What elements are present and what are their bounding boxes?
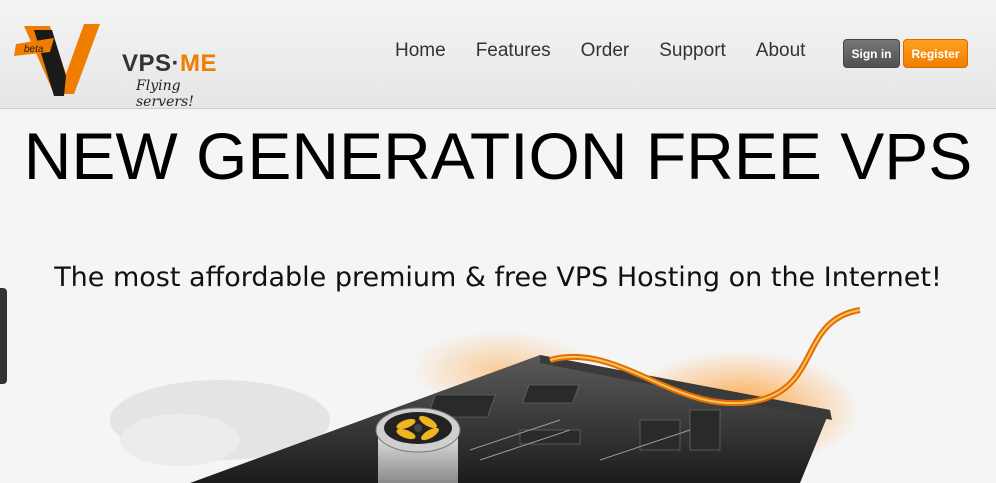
- nav-features[interactable]: Features: [476, 40, 551, 62]
- nav-about[interactable]: About: [756, 40, 806, 62]
- sign-in-button[interactable]: Sign in: [843, 39, 900, 68]
- nav-support[interactable]: Support: [659, 40, 726, 62]
- brand-tagline: Flying servers!: [136, 78, 194, 110]
- site-header: beta VPS·ME Flying servers! Home Feature…: [0, 0, 996, 110]
- register-button[interactable]: Register: [903, 39, 968, 68]
- hero-title: NEW GENERATION FREE VPS: [23, 119, 973, 193]
- logo-v-icon: beta: [14, 24, 100, 96]
- main-nav: Home Features Order Support About: [380, 40, 820, 62]
- site-logo[interactable]: beta VPS·ME Flying servers!: [14, 14, 234, 110]
- hero-server-illustration: [110, 307, 861, 483]
- nav-order[interactable]: Order: [581, 40, 630, 62]
- nav-home[interactable]: Home: [395, 40, 446, 62]
- hero-subtitle: The most affordable premium & free VPS H…: [54, 262, 942, 293]
- svg-text:beta: beta: [24, 44, 44, 55]
- brand-name: VPS·ME: [122, 50, 218, 77]
